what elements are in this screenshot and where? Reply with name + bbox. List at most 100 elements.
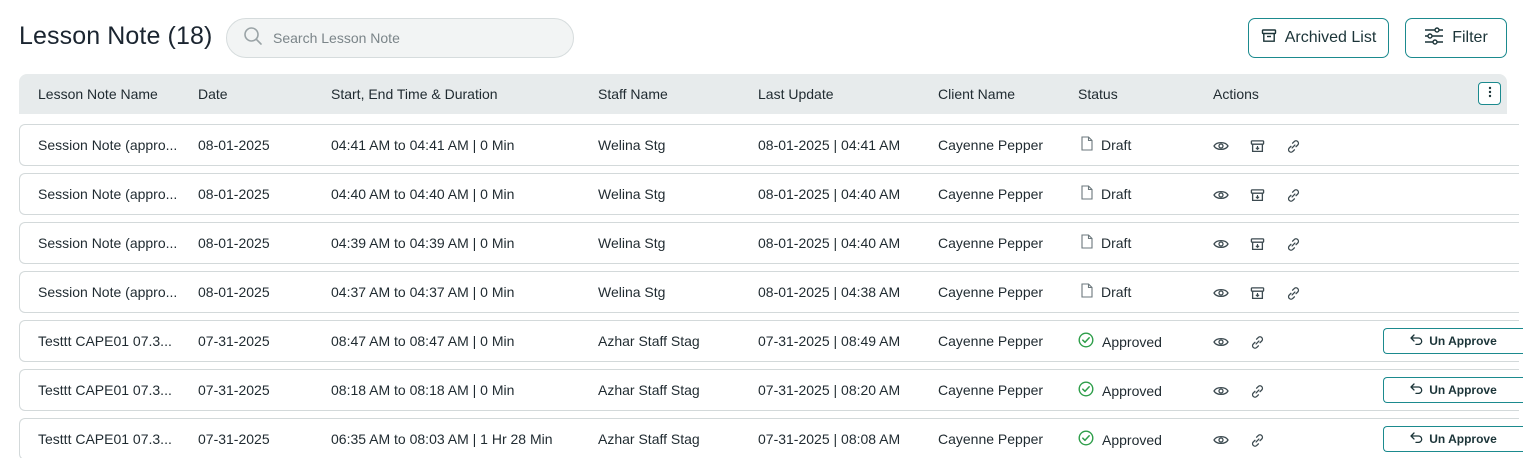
check-circle-icon — [1078, 430, 1102, 449]
date-cell: 07-31-2025 — [198, 431, 270, 447]
time-duration-cell: 08:47 AM to 08:47 AM | 0 Min — [331, 333, 515, 349]
staff-name-cell: Azhar Staff Stag — [598, 431, 700, 447]
un-approve-button[interactable]: Un Approve — [1383, 328, 1523, 354]
status-badge: Draft — [1081, 234, 1131, 252]
table-header: Lesson Note Name Date Start, End Time & … — [19, 74, 1507, 114]
status-badge: Approved — [1078, 332, 1162, 351]
status-label: Draft — [1101, 137, 1132, 153]
last-update-cell: 08-01-2025 | 04:38 AM — [758, 284, 901, 300]
table-row: Session Note (appro... 08-01-2025 04:39 AM… — [19, 222, 1519, 264]
document-icon — [1081, 185, 1101, 203]
lesson-note-name[interactable]: Testtt CAPE01 07.3... — [38, 382, 172, 398]
table-row: Session Note (appro... 08-01-2025 04:40 AM… — [19, 173, 1519, 215]
date-cell: 08-01-2025 — [198, 186, 270, 202]
filter-label: Filter — [1452, 29, 1488, 46]
un-approve-button[interactable]: Un Approve — [1383, 426, 1523, 452]
table-row: Testtt CAPE01 07.3... 07-31-2025 06:35 AM … — [19, 418, 1523, 458]
client-name-cell: Cayenne Pepper — [938, 431, 1044, 447]
view-icon[interactable] — [1213, 187, 1229, 203]
client-name-cell: Cayenne Pepper — [938, 284, 1044, 300]
status-label: Approved — [1102, 431, 1162, 448]
view-icon[interactable] — [1213, 236, 1229, 252]
link-icon[interactable] — [1285, 285, 1301, 301]
archive-icon[interactable] — [1249, 236, 1265, 252]
search-input[interactable] — [273, 30, 553, 46]
undo-icon — [1410, 383, 1429, 397]
archive-icon[interactable] — [1249, 285, 1265, 301]
archived-list-label: Archived List — [1284, 29, 1377, 46]
staff-name-cell: Welina Stg — [598, 137, 666, 153]
archive-icon[interactable] — [1249, 187, 1265, 203]
status-badge: Draft — [1081, 136, 1131, 154]
table-row: Session Note (appro... 08-01-2025 04:37 AM… — [19, 271, 1519, 313]
last-update-cell: 08-01-2025 | 04:40 AM — [758, 235, 901, 251]
more-vertical-icon — [1488, 85, 1492, 103]
column-header-time[interactable]: Start, End Time & Duration — [331, 86, 498, 102]
view-icon[interactable] — [1213, 334, 1229, 350]
date-cell: 07-31-2025 — [198, 382, 270, 398]
filter-button[interactable]: Filter — [1405, 18, 1507, 58]
check-circle-icon — [1078, 332, 1102, 351]
time-duration-cell: 04:39 AM to 04:39 AM | 0 Min — [331, 235, 515, 251]
staff-name-cell: Welina Stg — [598, 284, 666, 300]
time-duration-cell: 06:35 AM to 08:03 AM | 1 Hr 28 Min — [331, 431, 553, 447]
archive-icon — [1261, 28, 1285, 49]
un-approve-button[interactable]: Un Approve — [1383, 377, 1523, 403]
last-update-cell: 08-01-2025 | 04:40 AM — [758, 186, 901, 202]
table-row: Testtt CAPE01 07.3... 07-31-2025 08:47 AM … — [19, 320, 1523, 362]
archive-icon[interactable] — [1249, 138, 1265, 154]
view-icon[interactable] — [1213, 383, 1229, 399]
client-name-cell: Cayenne Pepper — [938, 333, 1044, 349]
link-icon[interactable] — [1249, 383, 1265, 399]
lesson-note-name[interactable]: Session Note (appro... — [38, 235, 177, 251]
view-icon[interactable] — [1213, 138, 1229, 154]
document-icon — [1081, 283, 1101, 301]
column-header-date[interactable]: Date — [198, 86, 228, 102]
sliders-icon — [1424, 26, 1452, 50]
status-badge: Approved — [1078, 430, 1162, 449]
link-icon[interactable] — [1285, 187, 1301, 203]
check-circle-icon — [1078, 381, 1102, 400]
staff-name-cell: Azhar Staff Stag — [598, 382, 700, 398]
staff-name-cell: Azhar Staff Stag — [598, 333, 700, 349]
date-cell: 08-01-2025 — [198, 137, 270, 153]
link-icon[interactable] — [1285, 138, 1301, 154]
view-icon[interactable] — [1213, 432, 1229, 448]
table-row: Session Note (appro... 08-01-2025 04:41 AM… — [19, 124, 1519, 166]
date-cell: 08-01-2025 — [198, 235, 270, 251]
column-header-status[interactable]: Status — [1078, 86, 1118, 102]
column-header-last-update[interactable]: Last Update — [758, 86, 834, 102]
page-title: Lesson Note (18) — [19, 22, 213, 50]
column-header-actions: Actions — [1213, 86, 1259, 102]
view-icon[interactable] — [1213, 285, 1229, 301]
client-name-cell: Cayenne Pepper — [938, 235, 1044, 251]
lesson-note-name[interactable]: Testtt CAPE01 07.3... — [38, 333, 172, 349]
column-header-name[interactable]: Lesson Note Name — [38, 86, 158, 102]
search-box[interactable] — [226, 18, 574, 58]
time-duration-cell: 08:18 AM to 08:18 AM | 0 Min — [331, 382, 515, 398]
status-label: Approved — [1102, 333, 1162, 350]
archived-list-button[interactable]: Archived List — [1248, 18, 1389, 58]
lesson-note-name[interactable]: Session Note (appro... — [38, 186, 177, 202]
status-label: Draft — [1101, 284, 1132, 300]
undo-icon — [1410, 334, 1429, 348]
column-settings-button[interactable] — [1478, 82, 1501, 105]
last-update-cell: 07-31-2025 | 08:20 AM — [758, 382, 901, 398]
time-duration-cell: 04:37 AM to 04:37 AM | 0 Min — [331, 284, 515, 300]
lesson-note-name[interactable]: Session Note (appro... — [38, 137, 177, 153]
last-update-cell: 07-31-2025 | 08:49 AM — [758, 333, 901, 349]
lesson-note-name[interactable]: Testtt CAPE01 07.3... — [38, 431, 172, 447]
lesson-note-name[interactable]: Session Note (appro... — [38, 284, 177, 300]
column-header-staff[interactable]: Staff Name — [598, 86, 668, 102]
link-icon[interactable] — [1249, 334, 1265, 350]
table-row: Testtt CAPE01 07.3... 07-31-2025 08:18 AM … — [19, 369, 1523, 411]
client-name-cell: Cayenne Pepper — [938, 186, 1044, 202]
column-header-client[interactable]: Client Name — [938, 86, 1015, 102]
document-icon — [1081, 136, 1101, 154]
time-duration-cell: 04:40 AM to 04:40 AM | 0 Min — [331, 186, 515, 202]
search-icon — [243, 26, 263, 51]
client-name-cell: Cayenne Pepper — [938, 382, 1044, 398]
link-icon[interactable] — [1249, 432, 1265, 448]
staff-name-cell: Welina Stg — [598, 235, 666, 251]
link-icon[interactable] — [1285, 236, 1301, 252]
